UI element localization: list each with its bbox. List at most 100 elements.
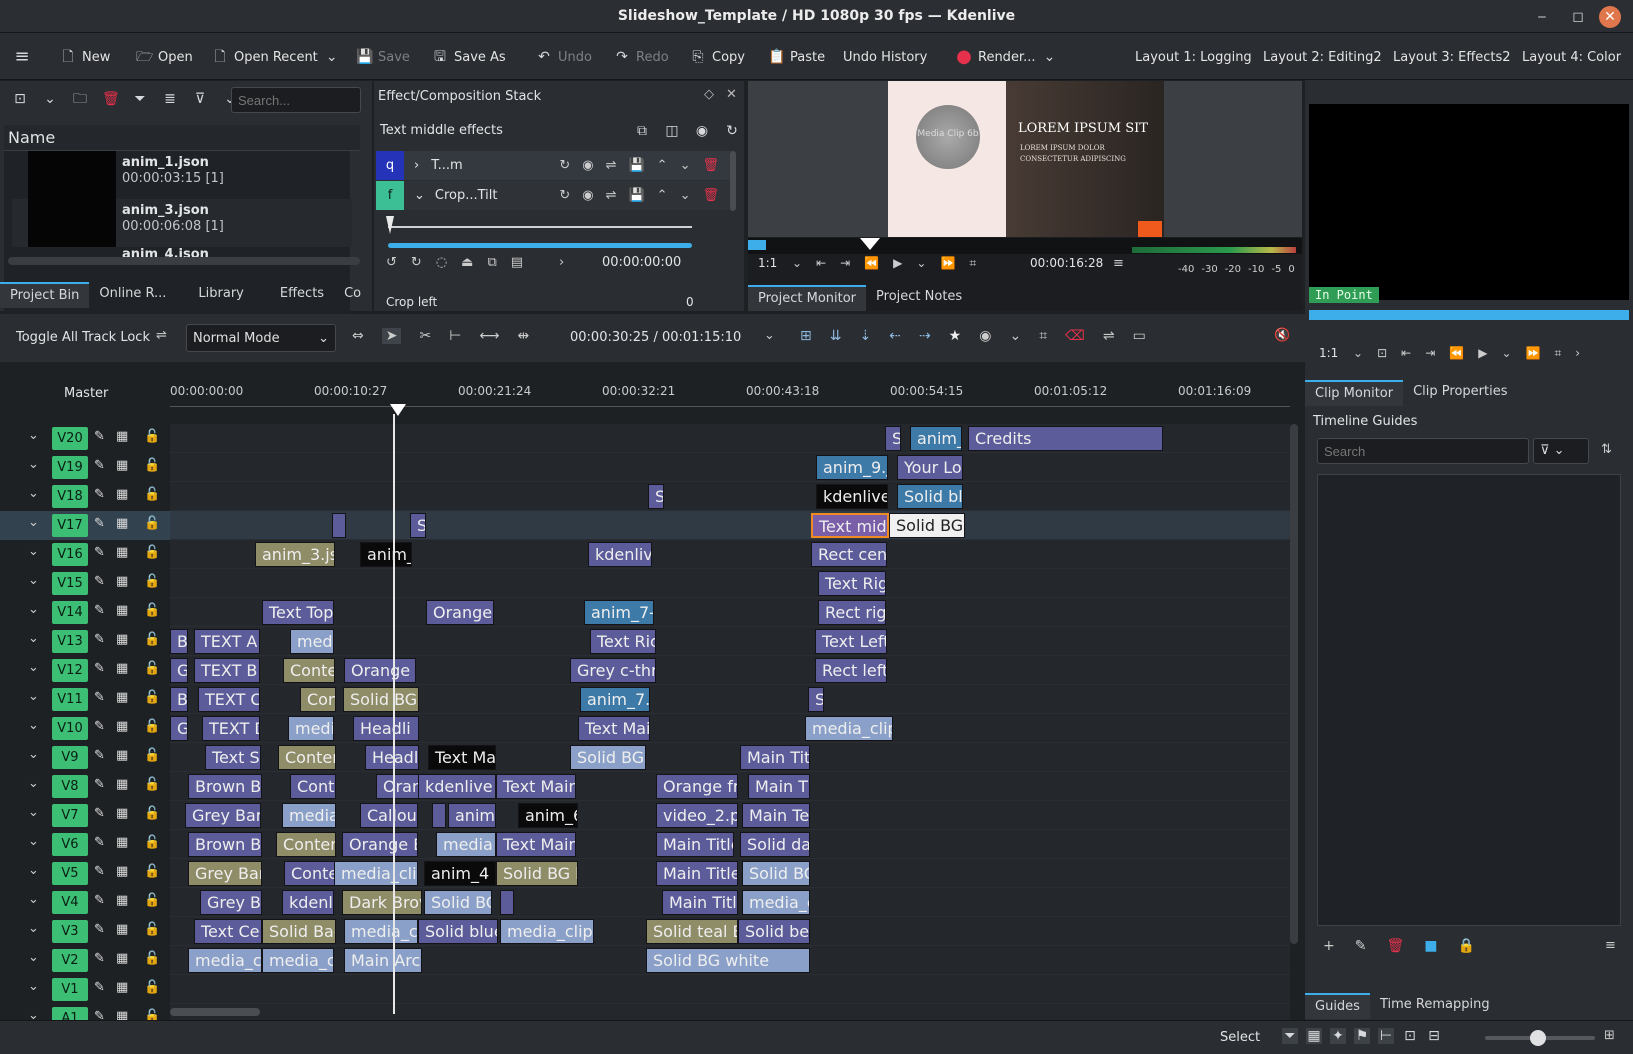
next-icon[interactable]: › [559, 255, 564, 270]
timeline-clip[interactable]: Solid BG white [646, 948, 810, 973]
down-icon[interactable]: ⌄ [680, 188, 691, 203]
play-icon[interactable]: ▶ [1478, 346, 1487, 361]
film-icon[interactable]: ▦ [116, 632, 128, 647]
rewind-icon[interactable]: ⏪ [1449, 346, 1464, 361]
timeline-clip[interactable]: media_clip [805, 716, 893, 741]
play-icon[interactable]: ▶ [893, 256, 902, 271]
zoom-slider-handle[interactable] [1530, 1030, 1546, 1046]
color-icon[interactable]: ■ [1424, 938, 1437, 954]
keyframe-type-icon[interactable]: ◌ [436, 255, 447, 270]
film-icon[interactable]: ▦ [116, 487, 128, 502]
up-icon[interactable]: ⌃ [657, 188, 668, 203]
timeline-clip[interactable]: Solid blu [897, 484, 963, 509]
master-label[interactable]: Master [64, 386, 108, 401]
crop-icon[interactable]: ⌗ [1554, 346, 1561, 361]
pencil-icon[interactable]: ✎ [94, 516, 105, 531]
slide-tool-icon[interactable]: ⇹ [517, 328, 529, 344]
timeline-clip[interactable]: S [410, 513, 426, 538]
list-icon[interactable]: ≣ [162, 91, 178, 107]
tab-compositions[interactable]: Co [334, 282, 371, 308]
collapse-track-icon[interactable]: ⌄ [28, 515, 39, 530]
tab-online-resources[interactable]: Online R... [89, 282, 176, 308]
record-audio-icon[interactable]: ◉ [979, 328, 991, 344]
up-icon[interactable]: ⌃ [657, 158, 668, 173]
track-name[interactable]: V5 [52, 862, 88, 885]
timeline-clip[interactable]: Text Main [496, 774, 576, 799]
set-out-icon[interactable]: ⇥ [840, 256, 850, 271]
layout-2-button[interactable]: Layout 2: Editing2 [1263, 45, 1382, 69]
edit-guide-icon[interactable]: ✎ [1355, 938, 1367, 954]
timeline-clip[interactable]: Callout [360, 803, 418, 828]
down-icon[interactable]: ⌄ [680, 158, 691, 173]
timeline-clip[interactable]: Solid BG [343, 687, 419, 712]
timeline-clip[interactable]: Orange F [344, 658, 416, 683]
tab-clip-monitor[interactable]: Clip Monitor [1305, 380, 1404, 406]
film-icon[interactable]: ▦ [1306, 1028, 1322, 1044]
timeline-clip[interactable]: media_cli [334, 861, 418, 886]
collapse-track-icon[interactable]: ⌄ [28, 544, 39, 559]
pencil-icon[interactable]: ✎ [94, 951, 105, 966]
timeline-ruler[interactable]: 00:00:00:00 00:00:10:27 00:00:21:24 00:00:3… [170, 364, 1290, 424]
chevron-down-icon[interactable]: ⌄ [764, 328, 775, 343]
timeline-clip[interactable]: S [885, 426, 901, 451]
timeline-clip[interactable] [500, 890, 514, 915]
track-lane[interactable] [170, 743, 1290, 772]
subtitle-icon[interactable]: ▭ [1133, 328, 1146, 344]
timeline-clip[interactable]: anim [448, 803, 496, 828]
menu-icon[interactable]: ≡ [1113, 256, 1124, 271]
track-lane[interactable] [170, 627, 1290, 656]
star-icon[interactable]: ★ [949, 328, 962, 344]
edit-mode-select[interactable]: Normal Mode ⌄ [186, 324, 336, 352]
timeline-clip[interactable]: TEXT C [198, 687, 260, 712]
save-stack-icon[interactable]: ⧉ [634, 123, 650, 139]
eye-icon[interactable]: ◉ [694, 123, 710, 139]
film-icon[interactable]: ▦ [116, 690, 128, 705]
menu-icon[interactable]: ≡ [1605, 938, 1616, 953]
overwrite-icon[interactable]: ⇣ [859, 328, 871, 344]
add-guide-icon[interactable]: + [1323, 938, 1335, 954]
layout-4-button[interactable]: Layout 4: Color [1522, 45, 1621, 69]
chevron-down-icon[interactable]: ⌄ [1353, 346, 1363, 361]
lock-icon[interactable]: 🔓 [144, 922, 160, 937]
timeline-clip[interactable]: Text Mai [578, 716, 650, 741]
open-button[interactable]: 🗁 Open [136, 45, 193, 69]
tab-project-bin[interactable]: Project Bin [0, 282, 90, 308]
chevron-down-icon[interactable]: ⌄ [1009, 328, 1021, 344]
timeline-clip[interactable]: Solid teal E [646, 919, 738, 944]
toggle-track-lock-button[interactable]: Toggle All Track Lock [16, 330, 150, 345]
save-icon[interactable]: 💾 [628, 188, 644, 203]
timeline-clip[interactable]: anim_ [360, 542, 412, 567]
timeline-playhead[interactable] [393, 414, 395, 1014]
film-icon[interactable]: ▦ [116, 777, 128, 792]
track-name[interactable]: V4 [52, 891, 88, 914]
hamburger-menu-icon[interactable]: ≡ [14, 45, 30, 69]
timeline-clip[interactable]: Main Te [742, 803, 810, 828]
fx-icon[interactable]: ✦ [1330, 1028, 1346, 1044]
timeline-vscrollbar[interactable] [1290, 424, 1298, 944]
save-as-button[interactable]: 🖫 Save As [432, 45, 506, 69]
timeline-clip[interactable]: anim_ [910, 426, 962, 451]
guides-filter-button[interactable]: ⊽ ⌄ [1533, 438, 1589, 464]
timeline-clip[interactable]: Conten [276, 832, 336, 857]
timeline-clip[interactable]: Text Top [262, 600, 334, 625]
film-icon[interactable]: ▦ [116, 893, 128, 908]
layout-1-button[interactable]: Layout 1: Logging [1135, 45, 1252, 69]
guides-list[interactable] [1317, 474, 1621, 926]
track-name[interactable]: V9 [52, 746, 88, 769]
crop-icon[interactable]: ⌗ [969, 256, 976, 271]
timeline-clip[interactable]: Text midc [811, 513, 889, 538]
guides-search-input[interactable] [1317, 438, 1529, 464]
film-icon[interactable]: ▦ [116, 458, 128, 473]
tab-project-monitor[interactable]: Project Monitor [748, 285, 867, 311]
timeline-clip[interactable]: Solid BG [570, 745, 646, 770]
save-button[interactable]: 💾 Save [356, 45, 410, 69]
monitor-canvas[interactable]: Media Clip 6b LOREM IPSUM SIT LOREM IPSU… [748, 81, 1302, 237]
track-name[interactable]: V11 [52, 688, 88, 711]
timeline-clip[interactable]: Text Sc [205, 745, 261, 770]
minimize-icon[interactable]: ‒ [1531, 6, 1553, 28]
add-clip-icon[interactable]: ⊡ [12, 91, 28, 107]
timeline-clip[interactable]: media_c [262, 948, 334, 973]
pencil-icon[interactable]: ✎ [94, 661, 105, 676]
timeline-clip[interactable]: Solid bei [738, 919, 810, 944]
chevron-down-icon[interactable]: ⌄ [414, 188, 425, 203]
